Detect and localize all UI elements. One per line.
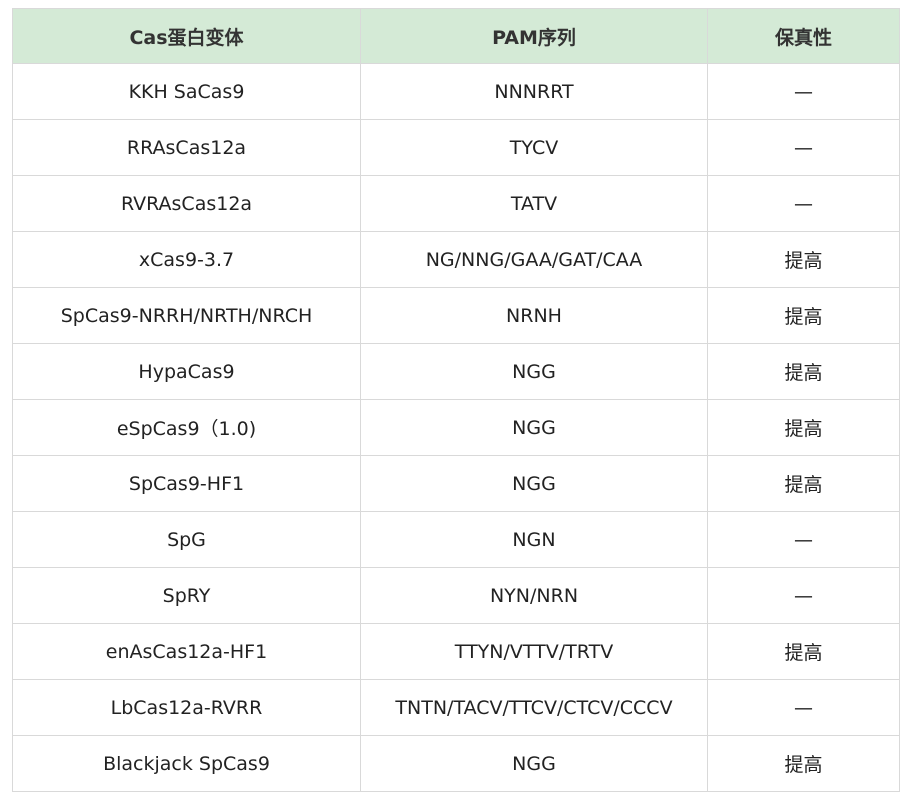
cell-fidelity: 提高	[707, 455, 900, 512]
table-row: RRAsCas12a TYCV —	[12, 119, 900, 176]
cell-fidelity: —	[707, 63, 900, 120]
table-row: RVRAsCas12a TATV —	[12, 175, 900, 232]
table-row: SpRY NYN/NRN —	[12, 567, 900, 624]
cell-fidelity: 提高	[707, 623, 900, 680]
cell-fidelity: —	[707, 511, 900, 568]
table-row: KKH SaCas9 NNNRRT —	[12, 63, 900, 120]
cell-pam: NRNH	[360, 287, 708, 344]
cell-variant: enAsCas12a-HF1	[12, 623, 361, 680]
cell-pam: NNNRRT	[360, 63, 708, 120]
table-row: eSpCas9（1.0) NGG 提高	[12, 399, 900, 456]
cell-pam: TTYN/VTTV/TRTV	[360, 623, 708, 680]
cell-fidelity: —	[707, 175, 900, 232]
cell-variant: SpRY	[12, 567, 361, 624]
cell-pam: NGN	[360, 511, 708, 568]
cell-pam: TYCV	[360, 119, 708, 176]
header-pam-sequence: PAM序列	[360, 8, 708, 64]
cell-variant: SpCas9-HF1	[12, 455, 361, 512]
cell-fidelity: —	[707, 679, 900, 736]
cas-variant-table: Cas蛋白变体 PAM序列 保真性 KKH SaCas9 NNNRRT — RR…	[12, 8, 900, 792]
cell-pam: NGG	[360, 343, 708, 400]
table-row: Blackjack SpCas9 NGG 提高	[12, 735, 900, 792]
cell-pam: NG/NNG/GAA/GAT/CAA	[360, 231, 708, 288]
table-row: SpCas9-NRRH/NRTH/NRCH NRNH 提高	[12, 287, 900, 344]
cell-pam: TNTN/TACV/TTCV/CTCV/CCCV	[360, 679, 708, 736]
cell-pam: NGG	[360, 455, 708, 512]
cell-variant: SpCas9-NRRH/NRTH/NRCH	[12, 287, 361, 344]
cell-fidelity: 提高	[707, 231, 900, 288]
table-row: HypaCas9 NGG 提高	[12, 343, 900, 400]
cell-pam: NGG	[360, 399, 708, 456]
header-fidelity: 保真性	[707, 8, 900, 64]
cell-pam: TATV	[360, 175, 708, 232]
cell-variant: eSpCas9（1.0)	[12, 399, 361, 456]
cell-variant: xCas9-3.7	[12, 231, 361, 288]
cell-fidelity: 提高	[707, 399, 900, 456]
cell-fidelity: 提高	[707, 287, 900, 344]
table-row: LbCas12a-RVRR TNTN/TACV/TTCV/CTCV/CCCV —	[12, 679, 900, 736]
cell-pam: NYN/NRN	[360, 567, 708, 624]
table-header-row: Cas蛋白变体 PAM序列 保真性	[12, 8, 900, 64]
header-cas-variant: Cas蛋白变体	[12, 8, 361, 64]
cell-fidelity: 提高	[707, 735, 900, 792]
table-row: xCas9-3.7 NG/NNG/GAA/GAT/CAA 提高	[12, 231, 900, 288]
cell-variant: KKH SaCas9	[12, 63, 361, 120]
cell-fidelity: 提高	[707, 343, 900, 400]
cell-variant: RRAsCas12a	[12, 119, 361, 176]
cell-pam: NGG	[360, 735, 708, 792]
table-row: SpG NGN —	[12, 511, 900, 568]
table-row: SpCas9-HF1 NGG 提高	[12, 455, 900, 512]
cell-variant: HypaCas9	[12, 343, 361, 400]
table-row: enAsCas12a-HF1 TTYN/VTTV/TRTV 提高	[12, 623, 900, 680]
cell-variant: RVRAsCas12a	[12, 175, 361, 232]
cell-variant: SpG	[12, 511, 361, 568]
cell-variant: LbCas12a-RVRR	[12, 679, 361, 736]
cell-fidelity: —	[707, 567, 900, 624]
cell-fidelity: —	[707, 119, 900, 176]
cell-variant: Blackjack SpCas9	[12, 735, 361, 792]
